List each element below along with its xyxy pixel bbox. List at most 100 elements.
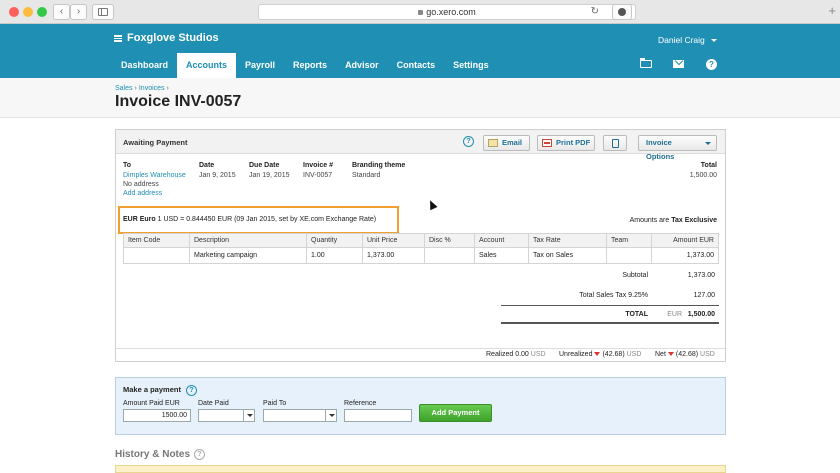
net-gain[interactable]: Net (42.68) USD xyxy=(655,351,715,358)
invoice-panel: Awaiting Payment ? Email Print PDF Invoi… xyxy=(115,129,726,362)
user-name: Daniel Craig xyxy=(658,35,705,45)
breadcrumb: Sales › Invoices › xyxy=(115,85,171,92)
downloads-button[interactable] xyxy=(612,4,632,20)
help-icon[interactable]: ? xyxy=(706,59,717,70)
forward-button[interactable]: › xyxy=(70,4,87,20)
help-icon[interactable]: ? xyxy=(186,385,198,396)
app-header: Foxglove Studios Daniel Craig Dashboard … xyxy=(0,24,840,78)
tab-settings[interactable]: Settings xyxy=(444,53,498,78)
paid-to-label: Paid To xyxy=(263,400,287,407)
chevron-down-icon xyxy=(710,39,717,43)
exchange-rate[interactable]: EUR Euro 1 USD = 0.844450 EUR (09 Jan 20… xyxy=(123,216,376,223)
grand-total-label: TOTAL xyxy=(625,311,648,318)
net-value: (42.68) xyxy=(675,351,699,358)
tab-payroll[interactable]: Payroll xyxy=(236,53,284,78)
realized-gain: Realized 0.00 USD xyxy=(486,351,546,358)
invoice-toolbar: Awaiting Payment ? Email Print PDF Invoi… xyxy=(116,130,725,161)
invoice-date: Jan 9, 2015 xyxy=(199,172,236,179)
realized-currency: USD xyxy=(530,351,546,358)
col-disc: Disc % xyxy=(424,233,475,248)
breadcrumb-sales[interactable]: Sales xyxy=(115,85,133,92)
tab-advisor[interactable]: Advisor xyxy=(336,53,388,78)
main-nav: Dashboard Accounts Payroll Reports Advis… xyxy=(112,53,498,78)
back-button[interactable]: ‹ xyxy=(53,4,70,20)
org-name: Foxglove Studios xyxy=(127,32,219,44)
breadcrumb-invoices[interactable]: Invoices xyxy=(139,85,165,92)
status-badge: Awaiting Payment xyxy=(123,138,188,147)
add-address-link[interactable]: Add address xyxy=(123,189,186,198)
col-item-code: Item Code xyxy=(123,233,190,248)
net-currency: USD xyxy=(700,351,715,358)
total-label: Total xyxy=(700,162,717,169)
tab-reports[interactable]: Reports xyxy=(284,53,336,78)
email-button-label: Email xyxy=(502,138,523,147)
help-icon[interactable]: ? xyxy=(194,449,206,460)
table-row[interactable]: Marketing campaign 1.00 1,373.00 Sales T… xyxy=(123,247,719,264)
email-button[interactable]: Email xyxy=(483,135,530,151)
make-payment-title: Make a payment ? xyxy=(123,385,198,396)
copy-button[interactable] xyxy=(603,135,627,151)
currency-name: EUR Euro xyxy=(123,216,156,223)
sidebar-icon xyxy=(98,8,108,16)
sidebar-toggle-button[interactable] xyxy=(92,4,114,20)
copy-icon xyxy=(612,139,619,148)
chevron-down-icon[interactable] xyxy=(243,410,254,421)
invoice-number-label: Invoice # xyxy=(303,162,333,169)
header-total: 1,500.00 xyxy=(689,172,717,179)
date-paid-label: Date Paid xyxy=(198,400,229,407)
col-unit-price: Unit Price xyxy=(362,233,425,248)
realized-label: Realized xyxy=(486,351,514,358)
history-notes-title: History & Notes xyxy=(115,449,191,460)
cell-description: Marketing campaign xyxy=(189,247,307,264)
amount-paid-label: Amount Paid EUR xyxy=(123,400,180,407)
chevron-down-icon xyxy=(705,142,711,145)
folder-icon[interactable] xyxy=(640,58,652,68)
chevron-right-icon: › xyxy=(76,6,81,17)
reload-icon[interactable]: ↻ xyxy=(591,5,599,19)
branding-theme: Standard xyxy=(352,172,381,179)
invoice-options-button[interactable]: Invoice Options xyxy=(638,135,717,161)
subtotal-value: 1,373.00 xyxy=(687,272,715,279)
col-team: Team xyxy=(606,233,652,248)
cell-quantity: 1.00 xyxy=(306,247,363,264)
reference-input[interactable] xyxy=(344,409,412,422)
tab-contacts[interactable]: Contacts xyxy=(388,53,445,78)
browser-toolbar: ‹ › go.xero.com ↻ + xyxy=(0,0,840,24)
col-quantity: Quantity xyxy=(306,233,363,248)
unrealized-currency: USD xyxy=(626,351,642,358)
mail-icon[interactable] xyxy=(673,60,684,68)
cell-item-code xyxy=(123,247,190,264)
print-pdf-button[interactable]: Print PDF xyxy=(537,135,595,151)
cell-team xyxy=(606,247,652,264)
grand-total-value: 1,500.00 xyxy=(687,311,715,318)
tab-accounts[interactable]: Accounts xyxy=(177,53,237,78)
close-window-button[interactable] xyxy=(9,7,19,17)
cell-account: Sales xyxy=(474,247,529,264)
unrealized-value: (42.68) xyxy=(602,351,625,358)
org-switcher[interactable]: Foxglove Studios xyxy=(114,32,219,44)
chevron-down-icon[interactable] xyxy=(325,410,336,421)
address-bar[interactable]: go.xero.com ↻ xyxy=(258,4,636,20)
history-notes-heading[interactable]: History & Notes ? xyxy=(115,449,206,460)
add-payment-button[interactable]: Add Payment xyxy=(419,404,492,422)
paid-to-select[interactable] xyxy=(263,409,337,422)
col-amount: Amount EUR xyxy=(651,233,719,248)
amount-paid-input[interactable]: 1500.00 xyxy=(123,409,191,422)
exchange-rate-text: 1 USD = 0.844450 EUR (09 Jan 2015, set b… xyxy=(157,216,377,223)
minimize-window-button[interactable] xyxy=(23,7,33,17)
unrealized-gain[interactable]: Unrealized (42.68) USD xyxy=(559,351,641,358)
date-paid-input[interactable] xyxy=(198,409,255,422)
tax-value: 127.00 xyxy=(693,292,715,299)
help-icon[interactable]: ? xyxy=(463,136,474,147)
date-label: Date xyxy=(199,162,215,169)
user-menu[interactable]: Daniel Craig xyxy=(658,35,717,45)
currency-gain-footer: Realized 0.00 USD Unrealized (42.68) USD … xyxy=(116,348,725,361)
tab-dashboard[interactable]: Dashboard xyxy=(112,53,177,78)
maximize-window-button[interactable] xyxy=(37,7,47,17)
caret-down-icon xyxy=(594,352,601,357)
contact-link[interactable]: Dimples Warehouse xyxy=(123,171,186,180)
new-tab-icon[interactable]: + xyxy=(828,3,836,18)
unrealized-label: Unrealized xyxy=(559,351,593,358)
make-payment-label: Make a payment xyxy=(123,385,181,394)
to-label: To xyxy=(123,162,132,169)
